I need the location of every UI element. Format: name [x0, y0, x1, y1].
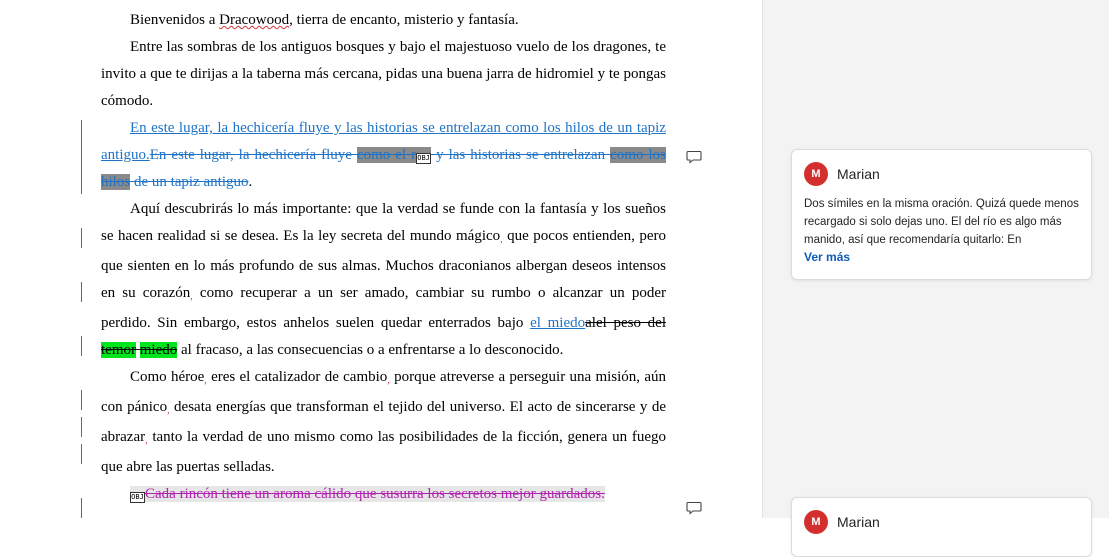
- change-bar: [81, 228, 82, 248]
- embedded-object-icon[interactable]: OBJ: [416, 153, 432, 164]
- change-bar: [81, 498, 82, 518]
- paragraph: Entre las sombras de los antiguos bosque…: [101, 39, 666, 109]
- comment-text: Dos símiles en la misma oración. Quizá q…: [804, 198, 1079, 246]
- highlighted-deletion: temor: [101, 342, 136, 358]
- text: Bienvenidos a: [130, 12, 220, 28]
- change-bar: [81, 336, 82, 356]
- change-bar: [81, 282, 82, 302]
- document-page[interactable]: Bienvenidos a Dracowood, tierra de encan…: [0, 0, 762, 518]
- comment-icon[interactable]: [686, 501, 702, 515]
- comment-card[interactable]: M Marian: [791, 497, 1092, 557]
- paragraph: Bienvenidos a Dracowood, tierra de encan…: [101, 7, 666, 34]
- comment-card[interactable]: M Marian Dos símiles en la misma oración…: [791, 149, 1092, 280]
- see-more-link[interactable]: Ver más: [804, 250, 850, 264]
- paragraph: Aquí descubrirás lo más importante: que …: [101, 201, 667, 358]
- comment-author: Marian: [837, 166, 880, 182]
- change-bar: [81, 120, 82, 194]
- highlighted-region: OBJCada rincón tiene un aroma cálido que…: [130, 486, 605, 503]
- text: , tierra de encanto, misterio y fantasía…: [289, 12, 519, 28]
- misspelled-word[interactable]: Dracowood: [219, 12, 289, 28]
- highlighted-deletion: como el rOBJ: [356, 147, 432, 164]
- paragraph-tracked: OBJCada rincón tiene un aroma cálido que…: [101, 481, 666, 508]
- change-bar: [81, 390, 82, 410]
- deletion[interactable]: En este lugar, la hechicería fluye como …: [101, 147, 666, 190]
- change-bar: [81, 417, 82, 437]
- change-bar: [81, 444, 82, 464]
- text: .: [248, 174, 253, 190]
- paragraph-tracked: En este lugar, la hechicería fluye y las…: [101, 115, 666, 196]
- document-body[interactable]: Bienvenidos a Dracowood, tierra de encan…: [101, 7, 666, 508]
- insertion[interactable]: el miedo: [530, 315, 585, 331]
- highlighted-deletion: miedo: [139, 342, 178, 358]
- comment-author: Marian: [837, 514, 880, 530]
- deletion[interactable]: Cada rincón tiene un aroma cálido que su…: [145, 486, 605, 502]
- embedded-object-icon[interactable]: OBJ: [130, 492, 145, 503]
- avatar: M: [804, 162, 828, 186]
- avatar: M: [804, 510, 828, 534]
- paragraph: Como héroe, eres el catalizador de cambi…: [101, 369, 667, 475]
- comment-icon[interactable]: [686, 150, 702, 164]
